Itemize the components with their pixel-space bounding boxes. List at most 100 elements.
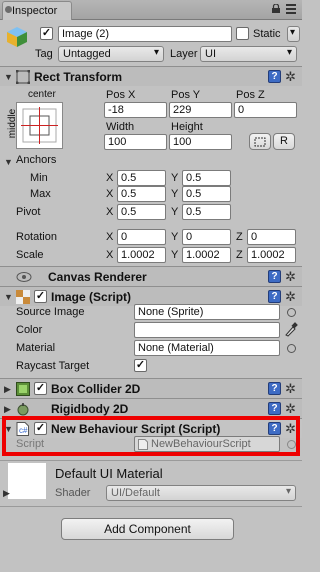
material-name: Default UI Material (55, 466, 163, 481)
width-label: Width (106, 121, 135, 133)
image-component-icon (16, 290, 30, 304)
canvas-renderer-title: Canvas Renderer (48, 270, 147, 284)
layer-label: Layer (170, 48, 198, 60)
gear-icon[interactable]: ✲ (285, 70, 296, 83)
help-icon[interactable]: ? (268, 402, 281, 415)
rotation-z-input[interactable]: 0 (247, 229, 296, 245)
box-collider-enabled-checkbox[interactable]: ✓ (34, 382, 47, 395)
blueprint-mode-button[interactable] (249, 133, 271, 150)
posy-label: Pos Y (171, 89, 201, 101)
box-collider-header[interactable]: ▶ ✓ Box Collider 2D ? ✲ (0, 378, 302, 398)
help-icon[interactable]: ? (268, 270, 281, 283)
rotation-x-input[interactable]: 0 (117, 229, 166, 245)
divider (0, 460, 302, 461)
highlight-rectangle (2, 416, 300, 456)
rotation-y-label: Y (171, 231, 179, 243)
posy-input[interactable]: 229 (169, 102, 232, 118)
rigidbody-header[interactable]: ▶ Rigidbody 2D ? ✲ (0, 398, 302, 418)
help-icon[interactable]: ? (268, 382, 281, 395)
anchors-label: Anchors (16, 154, 57, 166)
max-label: Max (30, 188, 51, 200)
height-label: Height (171, 121, 203, 133)
scale-x-label: X (106, 249, 114, 261)
height-input[interactable]: 100 (169, 134, 232, 150)
shader-value: UI/Default (111, 487, 160, 499)
raycast-target-label: Raycast Target (16, 360, 90, 372)
gameobject-active-checkbox[interactable]: ✓ (40, 27, 53, 40)
tag-dropdown[interactable]: Untagged (58, 46, 164, 62)
menu-icon[interactable] (286, 4, 296, 14)
rotation-y-input[interactable]: 0 (182, 229, 231, 245)
anchor-max-x-input[interactable]: 0.5 (117, 186, 166, 202)
color-field[interactable] (134, 322, 280, 338)
static-checkbox[interactable] (236, 27, 249, 40)
image-enabled-checkbox[interactable]: ✓ (34, 290, 47, 303)
lock-icon[interactable] (272, 4, 280, 13)
scale-z-input[interactable]: 1.0002 (247, 247, 296, 263)
raw-edit-button[interactable]: R (273, 133, 295, 150)
layer-dropdown[interactable]: UI (200, 46, 297, 62)
posz-input[interactable]: 0 (234, 102, 297, 118)
rotation-z-label: Z (236, 231, 243, 243)
help-icon[interactable]: ? (268, 290, 281, 303)
anchor-min-y-input[interactable]: 0.5 (182, 170, 231, 186)
fold-open-icon[interactable]: ▼ (4, 292, 13, 302)
tab-inspector[interactable]: Inspector (2, 1, 72, 20)
anchor-min-x-input[interactable]: 0.5 (117, 170, 166, 186)
pivot-x-label: X (106, 206, 114, 218)
gear-icon[interactable]: ✲ (285, 270, 296, 283)
canvas-renderer-header[interactable]: Canvas Renderer ? ✲ (0, 266, 302, 286)
object-picker-icon[interactable] (287, 344, 296, 353)
rotation-x-label: X (106, 231, 114, 243)
scale-y-input[interactable]: 1.0002 (182, 247, 231, 263)
posx-label: Pos X (106, 89, 136, 101)
anchor-max-y-input[interactable]: 0.5 (182, 186, 231, 202)
shader-label: Shader (55, 487, 91, 499)
source-image-field[interactable]: None (Sprite) (134, 304, 280, 320)
shader-dropdown[interactable]: UI/Default (106, 485, 296, 501)
box-collider-icon (16, 382, 30, 396)
eye-icon (16, 272, 32, 282)
image-script-title: Image (Script) (51, 290, 132, 304)
raycast-target-checkbox[interactable]: ✓ (134, 359, 147, 372)
scale-z-label: Z (236, 249, 243, 261)
scale-label: Scale (16, 249, 44, 261)
layer-value: UI (205, 48, 216, 60)
fold-closed-icon[interactable]: ▶ (3, 488, 10, 499)
image-script-header[interactable]: ▼ ✓ Image (Script) ? ✲ (0, 286, 302, 306)
fold-closed-icon[interactable]: ▶ (4, 404, 11, 415)
static-dropdown[interactable] (287, 26, 300, 42)
rect-transform-header[interactable]: ▼ Rect Transform ? ✲ (0, 66, 302, 86)
posz-label: Pos Z (236, 89, 265, 101)
pivot-y-label: Y (171, 206, 179, 218)
eyedropper-icon[interactable] (284, 321, 298, 337)
scale-x-input[interactable]: 1.0002 (117, 247, 166, 263)
min-label: Min (30, 172, 48, 184)
static-label: Static (253, 28, 281, 40)
anchor-preset-button[interactable] (16, 102, 63, 149)
tag-value: Untagged (63, 48, 111, 60)
help-icon[interactable]: ? (268, 70, 281, 83)
tag-label: Tag (35, 48, 53, 60)
add-component-button[interactable]: Add Component (61, 518, 234, 540)
gameobject-name-input[interactable]: Image (2) (58, 26, 232, 42)
pivot-y-input[interactable]: 0.5 (182, 204, 231, 220)
width-input[interactable]: 100 (104, 134, 167, 150)
rect-transform-title: Rect Transform (34, 70, 123, 84)
gear-icon[interactable]: ✲ (285, 402, 296, 415)
gear-icon[interactable]: ✲ (285, 382, 296, 395)
fold-closed-icon[interactable]: ▶ (4, 384, 11, 395)
anchors-fold-icon[interactable]: ▼ (4, 157, 13, 167)
tab-bar: Inspector (0, 0, 302, 20)
blueprint-icon (254, 137, 266, 147)
fold-open-icon[interactable]: ▼ (4, 72, 13, 82)
pivot-x-input[interactable]: 0.5 (117, 204, 166, 220)
gear-icon[interactable]: ✲ (285, 290, 296, 303)
object-picker-icon[interactable] (287, 308, 296, 317)
rigidbody-icon (17, 403, 29, 416)
min-x-label: X (106, 172, 114, 184)
material-field[interactable]: None (Material) (134, 340, 280, 356)
pivot-label: Pivot (16, 206, 41, 218)
divider (0, 506, 302, 507)
posx-input[interactable]: -18 (104, 102, 167, 118)
